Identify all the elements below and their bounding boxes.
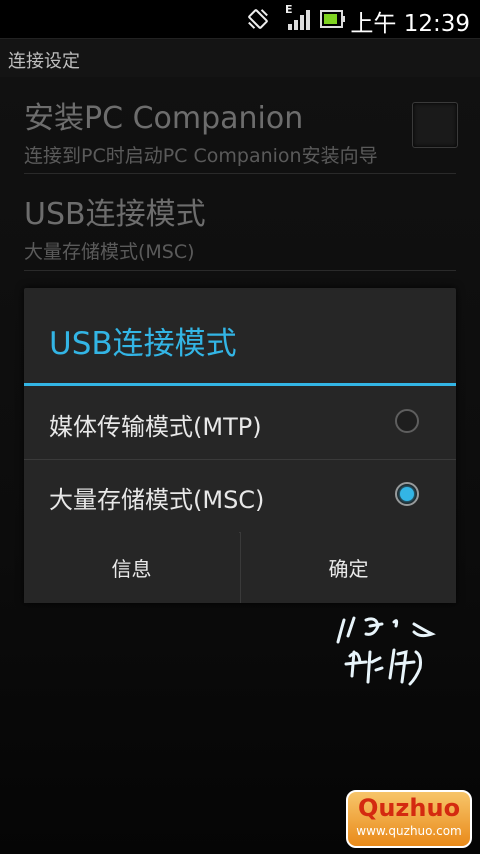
status-bar: E 上午 12:39	[0, 0, 480, 38]
setting-summary: 大量存储模式(MSC)	[24, 241, 195, 263]
ok-button[interactable]: 确定	[241, 532, 456, 603]
divider	[24, 270, 456, 271]
option-msc[interactable]: 大量存储模式(MSC)	[24, 460, 456, 532]
page-title: 连接设定	[8, 51, 80, 72]
setting-install-pc-companion[interactable]: 安装PC Companion 连接到PC时启动PC Companion安装向导	[24, 93, 378, 168]
setting-title: USB连接模式	[24, 197, 206, 232]
site-logo-name: Quzhuo	[357, 794, 461, 822]
option-mtp[interactable]: 媒体传输模式(MTP)	[24, 387, 456, 459]
site-logo-url: www.quzhuo.com	[356, 824, 462, 838]
battery-icon	[320, 10, 346, 32]
radio-button-mtp[interactable]	[395, 409, 419, 433]
usb-mode-dialog: USB连接模式 媒体传输模式(MTP) 大量存储模式(MSC) 信息 确定	[24, 288, 456, 603]
signature-watermark	[336, 616, 436, 686]
title-bar: 连接设定	[0, 38, 480, 77]
dialog-title-divider	[24, 383, 456, 386]
divider	[24, 173, 456, 174]
signal-icon	[288, 8, 312, 34]
vibrate-icon	[245, 6, 271, 36]
setting-title: 安装PC Companion	[24, 101, 304, 136]
setting-usb-connection-mode[interactable]: USB连接模式 大量存储模式(MSC)	[24, 189, 206, 264]
option-label: 媒体传输模式(MTP)	[49, 413, 262, 441]
radio-button-msc[interactable]	[395, 482, 419, 506]
dialog-title: USB连接模式	[49, 326, 237, 362]
install-pc-companion-checkbox[interactable]	[412, 102, 458, 148]
clock: 上午 12:39	[350, 11, 470, 37]
site-logo-badge: Quzhuo www.quzhuo.com	[346, 790, 472, 848]
option-label: 大量存储模式(MSC)	[49, 486, 265, 514]
setting-summary: 连接到PC时启动PC Companion安装向导	[24, 145, 378, 167]
info-button[interactable]: 信息	[24, 532, 239, 603]
